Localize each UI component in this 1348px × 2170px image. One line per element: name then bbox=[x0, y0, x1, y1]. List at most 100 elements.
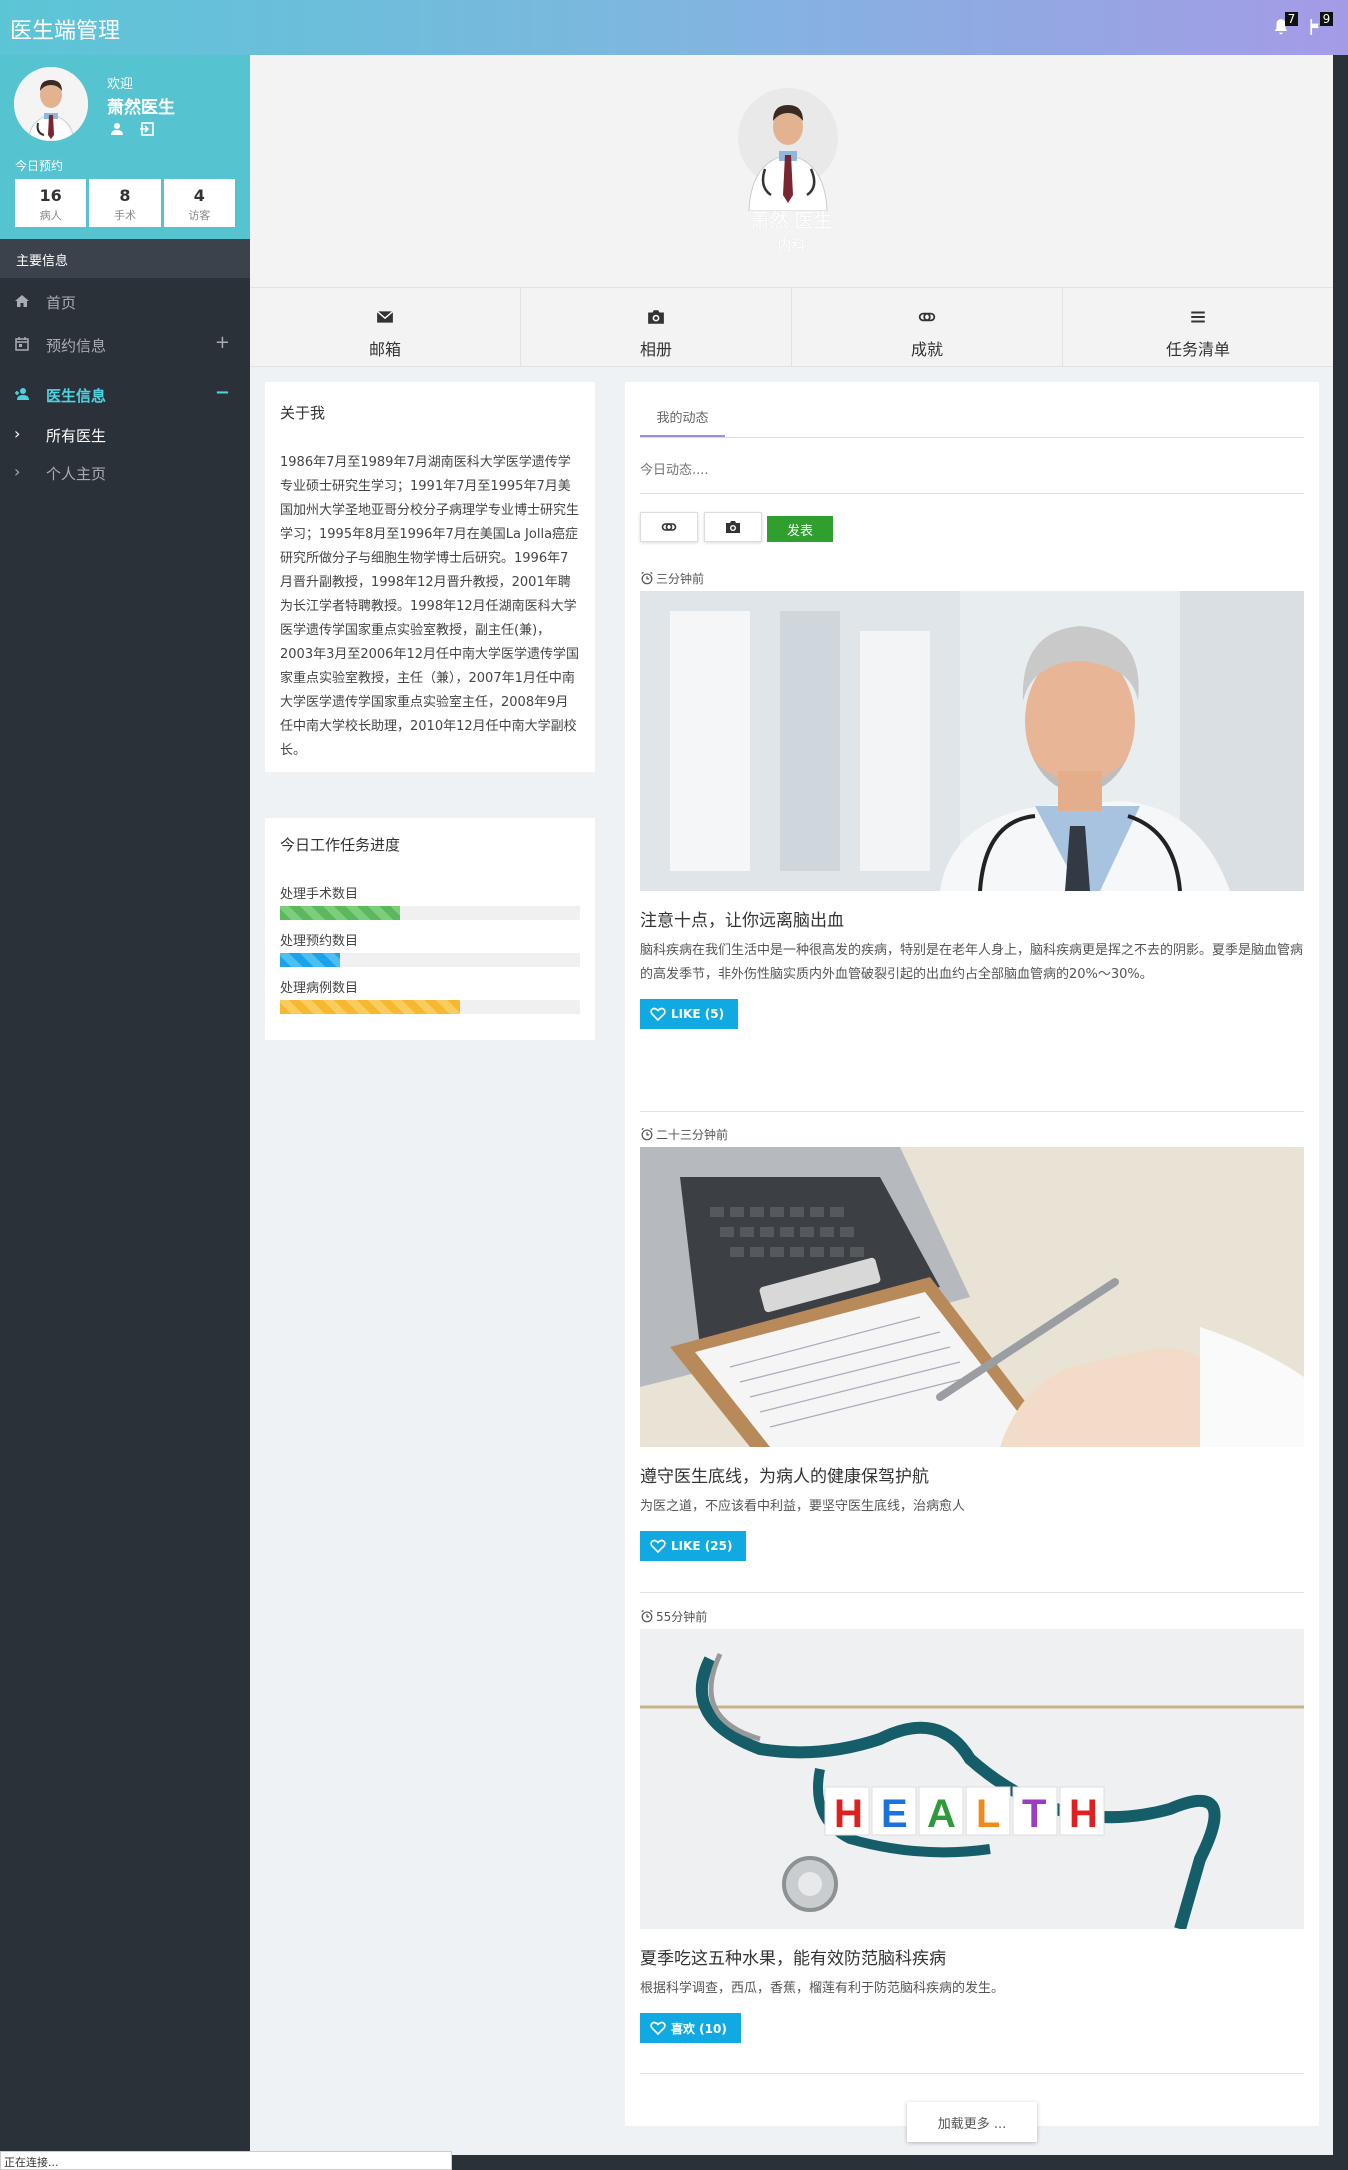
tab-achievements[interactable]: 成就 bbox=[792, 288, 1063, 366]
app-title: 医生端管理 bbox=[10, 19, 121, 44]
stat-visitors: 4 访客 bbox=[163, 179, 235, 227]
link-icon bbox=[918, 312, 936, 322]
list-icon bbox=[1191, 311, 1205, 323]
post-title: 夏季吃这五种水果，能有效防范脑科疾病 bbox=[640, 1949, 946, 1969]
stat-label: 手术 bbox=[113, 209, 136, 222]
attach-photo-button[interactable] bbox=[704, 512, 762, 542]
avatar[interactable] bbox=[14, 67, 88, 141]
post-time: 二十三分钟前 bbox=[640, 1125, 1304, 1143]
tab-label: 相册 bbox=[639, 340, 672, 359]
stat-value: 4 bbox=[193, 186, 205, 205]
progress-bar-surgeries bbox=[280, 906, 400, 920]
stat-surgeries: 8 手术 bbox=[89, 179, 161, 227]
chevron-right-icon: › bbox=[14, 424, 21, 443]
progress-label: 处理病例数目 bbox=[280, 981, 359, 996]
feed-post: 三分钟前 注意十点，让你远离脑出血 脑科疾病在我们生活中是一种很高发的疾病，特别… bbox=[640, 569, 1304, 1029]
tab-label: 邮箱 bbox=[368, 340, 401, 359]
health-letter: H bbox=[834, 1792, 863, 1836]
header-doctor-name: 萧然 医生 bbox=[750, 210, 833, 232]
progress-track bbox=[280, 906, 580, 920]
progress-card: 今日工作任务进度 处理手术数目 处理预约数目 处理病例数目 bbox=[265, 818, 595, 1040]
collapse-icon[interactable]: − bbox=[215, 382, 230, 403]
profile-tabs: 邮箱 相册 成就 任务清单 bbox=[250, 287, 1333, 367]
load-more-button[interactable]: 加载更多 ... bbox=[907, 2102, 1037, 2142]
post-image-doctor bbox=[640, 591, 1304, 891]
divider bbox=[640, 1111, 1304, 1112]
divider bbox=[640, 2073, 1304, 2074]
chevron-right-icon: › bbox=[14, 462, 21, 481]
sidebar: 欢迎 萧然医生 今日预约 16 病人 8 手术 4 访客 主要信息 首页 预约信… bbox=[0, 55, 250, 2170]
about-text: 1986年7月至1989年7月湖南医科大学医学遗传学专业硕士研究生学习；1991… bbox=[280, 455, 580, 758]
progress-label: 处理预约数目 bbox=[280, 934, 359, 949]
main-content: 萧然 医生 内科 邮箱 相册 成就 任务清单 关于我 1986年7月至1989年… bbox=[250, 55, 1333, 2155]
notifications-button[interactable]: 7 bbox=[1272, 12, 1298, 36]
post-body: 根据科学调查，西瓜，香蕉，榴莲有利于防范脑科疾病的发生。 bbox=[640, 1981, 1005, 1996]
post-title: 遵守医生底线，为病人的健康保驾护航 bbox=[640, 1467, 929, 1487]
about-title: 关于我 bbox=[280, 404, 326, 422]
like-button[interactable]: 喜欢 (10) bbox=[640, 2013, 741, 2043]
stat-label: 病人 bbox=[39, 209, 62, 222]
user-add-icon bbox=[15, 388, 29, 400]
flags-button[interactable]: 9 bbox=[1307, 12, 1333, 36]
post-time-text: 二十三分钟前 bbox=[656, 1127, 729, 1142]
activity-input[interactable] bbox=[640, 448, 1304, 494]
sidebar-item-doctor-info[interactable]: 医生信息 − bbox=[0, 378, 250, 414]
progress-title: 今日工作任务进度 bbox=[280, 836, 401, 854]
status-bar: 正在连接... bbox=[0, 2151, 452, 2170]
sidebar-item-label: 医生信息 bbox=[46, 387, 107, 405]
alarm-clock-icon bbox=[641, 571, 653, 585]
alarm-clock-icon bbox=[641, 1609, 653, 1623]
welcome-text: 欢迎 bbox=[107, 77, 134, 92]
stat-label: 访客 bbox=[188, 209, 211, 222]
health-letter: A bbox=[927, 1792, 956, 1836]
publish-button[interactable]: 发表 bbox=[767, 516, 833, 542]
tab-mail[interactable]: 邮箱 bbox=[250, 288, 521, 366]
tab-tasks[interactable]: 任务清单 bbox=[1063, 288, 1333, 366]
notifications-badge: 7 bbox=[1285, 12, 1298, 26]
post-time: 55分钟前 bbox=[640, 1607, 1304, 1625]
health-letter: H bbox=[1069, 1792, 1098, 1836]
progress-track bbox=[280, 1000, 580, 1014]
feed-post: 二十三分钟前 遵守医生底线，为病人的健康保驾护航 为医之道，不应该看中利益，要坚… bbox=[640, 1125, 1304, 1561]
post-title: 注意十点，让你远离脑出血 bbox=[640, 911, 844, 931]
divider bbox=[640, 1592, 1304, 1593]
progress-bar-cases bbox=[280, 1000, 460, 1014]
like-count: LIKE (5) bbox=[671, 1007, 725, 1021]
tab-album[interactable]: 相册 bbox=[521, 288, 792, 366]
alarm-clock-icon bbox=[641, 1127, 653, 1141]
camera-icon bbox=[648, 310, 664, 324]
sidebar-section-title: 主要信息 bbox=[0, 239, 250, 278]
progress-bar-appointments bbox=[280, 953, 340, 967]
mail-icon bbox=[376, 310, 394, 323]
flags-badge: 9 bbox=[1320, 12, 1333, 26]
profile-link-icon[interactable] bbox=[109, 121, 125, 141]
like-count: LIKE (25) bbox=[671, 1539, 733, 1553]
like-count: 喜欢 (10) bbox=[671, 2021, 727, 2036]
sidebar-subitem-profile[interactable]: › 个人主页 bbox=[0, 456, 250, 490]
post-time-text: 三分钟前 bbox=[656, 571, 705, 586]
stat-value: 8 bbox=[119, 186, 131, 205]
attach-link-button[interactable] bbox=[640, 512, 698, 542]
logout-icon[interactable] bbox=[139, 121, 155, 141]
tab-label: 成就 bbox=[910, 340, 943, 359]
stat-value: 16 bbox=[39, 186, 62, 205]
doctor-portrait bbox=[738, 88, 838, 211]
heart-icon bbox=[650, 2021, 666, 2036]
link-icon bbox=[661, 523, 677, 531]
post-body: 为医之道，不应该看中利益，要坚守医生底线，治病愈人 bbox=[640, 1499, 966, 1514]
sidebar-subitem-all-doctors[interactable]: › 所有医生 bbox=[0, 418, 250, 452]
sidebar-item-appointments[interactable]: 预约信息 + bbox=[0, 328, 250, 364]
health-letter: E bbox=[881, 1792, 908, 1836]
like-button[interactable]: LIKE (25) bbox=[640, 1531, 747, 1561]
tab-my-activity[interactable]: 我的动态 bbox=[640, 397, 725, 437]
calendar-icon bbox=[15, 337, 29, 351]
expand-icon[interactable]: + bbox=[215, 332, 230, 353]
sidebar-item-label: 首页 bbox=[46, 294, 77, 312]
top-bar: 医生端管理 7 9 bbox=[0, 0, 1348, 55]
heart-icon bbox=[650, 1539, 666, 1554]
sidebar-subitem-label: 所有医生 bbox=[46, 427, 107, 445]
sidebar-item-home[interactable]: 首页 bbox=[0, 285, 250, 321]
header-department: 内科 bbox=[777, 238, 806, 254]
feed-card: 我的动态 发表 三分钟前 bbox=[625, 382, 1319, 2142]
like-button[interactable]: LIKE (5) bbox=[640, 999, 739, 1029]
